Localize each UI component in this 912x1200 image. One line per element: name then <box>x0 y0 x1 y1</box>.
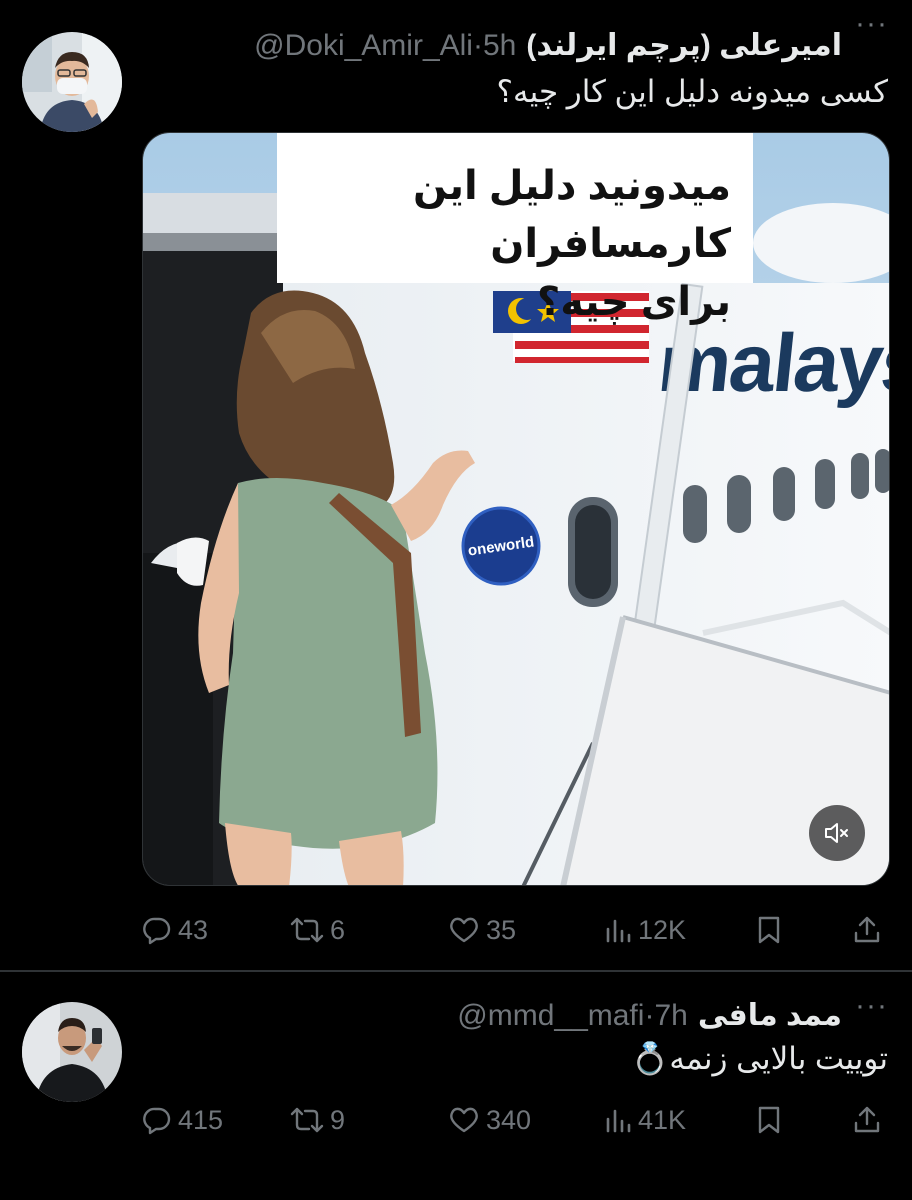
tweet-header: امیرعلی (پرچم ایرلند) @Doki_Amir_Ali·5h <box>140 28 842 63</box>
views-icon <box>606 1109 631 1133</box>
avatar[interactable] <box>22 32 122 132</box>
caption-line-2: برای چیه؟ <box>536 280 731 324</box>
like-button[interactable]: 340 <box>448 1100 531 1140</box>
like-button[interactable]: 35 <box>448 910 516 950</box>
mute-icon <box>825 823 848 843</box>
like-icon <box>450 1107 478 1133</box>
caption-line-1: میدونید دلیل این کارمسافران <box>412 164 731 266</box>
views-button[interactable]: 41K <box>604 1100 686 1140</box>
retweet-count: 9 <box>330 1104 346 1135</box>
user-handle[interactable]: @mmd__mafi <box>457 999 644 1032</box>
bookmark-icon <box>758 1106 780 1134</box>
more-icon[interactable]: ··· <box>855 991 888 1021</box>
user-handle[interactable]: @Doki_Amir_Ali <box>254 29 473 62</box>
tweet[interactable]: امیرعلی (پرچم ایرلند) @Doki_Amir_Ali·5h … <box>0 0 912 970</box>
tweet-time[interactable]: 5h <box>483 29 516 62</box>
share-button[interactable] <box>852 1100 882 1140</box>
video-caption: میدونید دلیل این کارمسافران برای چیه؟ <box>277 133 753 324</box>
bookmark-button[interactable] <box>756 910 782 950</box>
more-icon[interactable]: ··· <box>855 9 888 39</box>
like-count: 340 <box>486 1104 532 1135</box>
tweet-meta: @Doki_Amir_Ali·5h <box>254 29 517 62</box>
tweet-actions: 415 9 340 41K <box>142 1100 890 1140</box>
share-button[interactable] <box>852 910 882 950</box>
tweet-header: ممد مافی @mmd__mafi·7h <box>140 998 842 1033</box>
retweet-count: 6 <box>330 914 346 945</box>
reply-icon <box>143 1107 171 1135</box>
share-icon <box>854 1106 880 1133</box>
tweet-time[interactable]: 7h <box>654 999 687 1032</box>
retweet-button[interactable]: 6 <box>290 910 345 950</box>
bookmark-button[interactable] <box>756 1100 782 1140</box>
tweet-text: کسی میدونه دلیل این کار چیه؟ <box>496 74 888 109</box>
reply-count: 415 <box>178 1104 224 1135</box>
views-button[interactable]: 12K <box>604 910 686 950</box>
like-count: 35 <box>486 914 517 945</box>
reply-button[interactable]: 43 <box>142 910 208 950</box>
retweet-button[interactable]: 9 <box>290 1100 345 1140</box>
display-name[interactable]: امیرعلی (پرچم ایرلند) <box>526 28 842 63</box>
tweet-text: توییت بالایی زنمه💍 <box>630 1041 888 1076</box>
reply-button[interactable]: 415 <box>142 1100 223 1140</box>
display-name[interactable]: ممد مافی <box>698 998 842 1033</box>
video-player[interactable]: malays oneworld میدونید دلیل این کارمساف… <box>142 132 890 886</box>
reply-count: 43 <box>178 914 209 945</box>
tweet-actions: 43 6 35 12K <box>142 910 890 950</box>
reply-icon <box>143 917 171 945</box>
avatar[interactable] <box>22 1002 122 1102</box>
like-icon <box>450 917 478 943</box>
tweet[interactable]: ممد مافی @mmd__mafi·7h ··· توییت بالایی … <box>0 972 912 1200</box>
share-icon <box>854 916 880 943</box>
views-count: 41K <box>638 1104 687 1135</box>
retweet-icon <box>290 1107 324 1133</box>
tweet-meta: @mmd__mafi·7h <box>457 999 688 1032</box>
mute-button[interactable] <box>809 805 865 861</box>
views-icon <box>606 919 631 943</box>
bookmark-icon <box>758 916 780 944</box>
views-count: 12K <box>638 914 687 945</box>
retweet-icon <box>290 917 324 943</box>
